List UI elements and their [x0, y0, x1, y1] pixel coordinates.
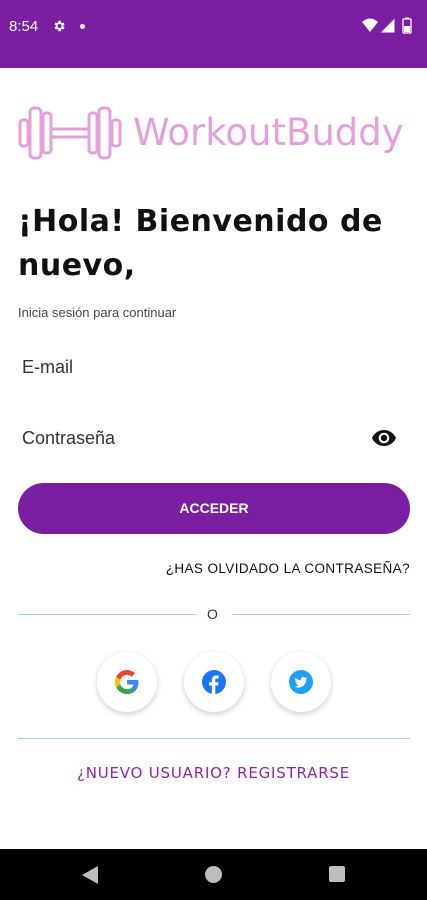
twitter-icon [289, 670, 313, 694]
password-field[interactable]: Contraseña [18, 416, 410, 460]
app-logo: WorkoutBuddy [18, 103, 413, 165]
wifi-icon [362, 18, 378, 32]
battery-icon [402, 17, 412, 34]
login-button[interactable]: ACCEDER [18, 483, 410, 534]
email-field[interactable]: E-mail [18, 345, 410, 389]
dumbbell-icon [18, 106, 122, 160]
divider-or-text: O [207, 606, 218, 622]
login-subtitle: Inicia sesión para continuar [18, 305, 177, 320]
signal-icon [380, 18, 395, 33]
system-nav-bar [0, 849, 427, 900]
google-login-button[interactable] [97, 652, 157, 712]
eye-icon[interactable] [372, 430, 396, 446]
divider-left [18, 614, 196, 615]
twitter-login-button[interactable] [271, 652, 331, 712]
status-time: 8:54 [9, 18, 39, 35]
forgot-password-link[interactable]: ¿HAS OLVIDADO LA CONTRASEÑA? [166, 561, 410, 576]
back-icon[interactable] [82, 866, 98, 884]
recents-icon[interactable] [329, 866, 345, 882]
password-label: Contraseña [22, 428, 116, 448]
home-icon[interactable] [205, 866, 222, 883]
facebook-icon [202, 670, 226, 694]
google-icon [115, 670, 139, 694]
login-screen: 8:54 WorkoutBuddy ¡Hola! Bienvenido de n… [0, 0, 427, 900]
facebook-login-button[interactable] [184, 652, 244, 712]
app-logo-text: WorkoutBuddy [133, 111, 404, 154]
notification-dot-icon [80, 24, 85, 29]
system-status-icons [362, 17, 412, 34]
register-link[interactable]: ¿NUEVO USUARIO? REGISTRARSE [0, 764, 427, 782]
welcome-heading: ¡Hola! Bienvenido de nuevo, [18, 204, 383, 283]
settings-gear-icon [54, 20, 65, 32]
status-bar: 8:54 [0, 0, 427, 68]
divider-bottom [18, 738, 410, 739]
divider-right [232, 614, 410, 615]
email-label: E-mail [22, 357, 74, 377]
